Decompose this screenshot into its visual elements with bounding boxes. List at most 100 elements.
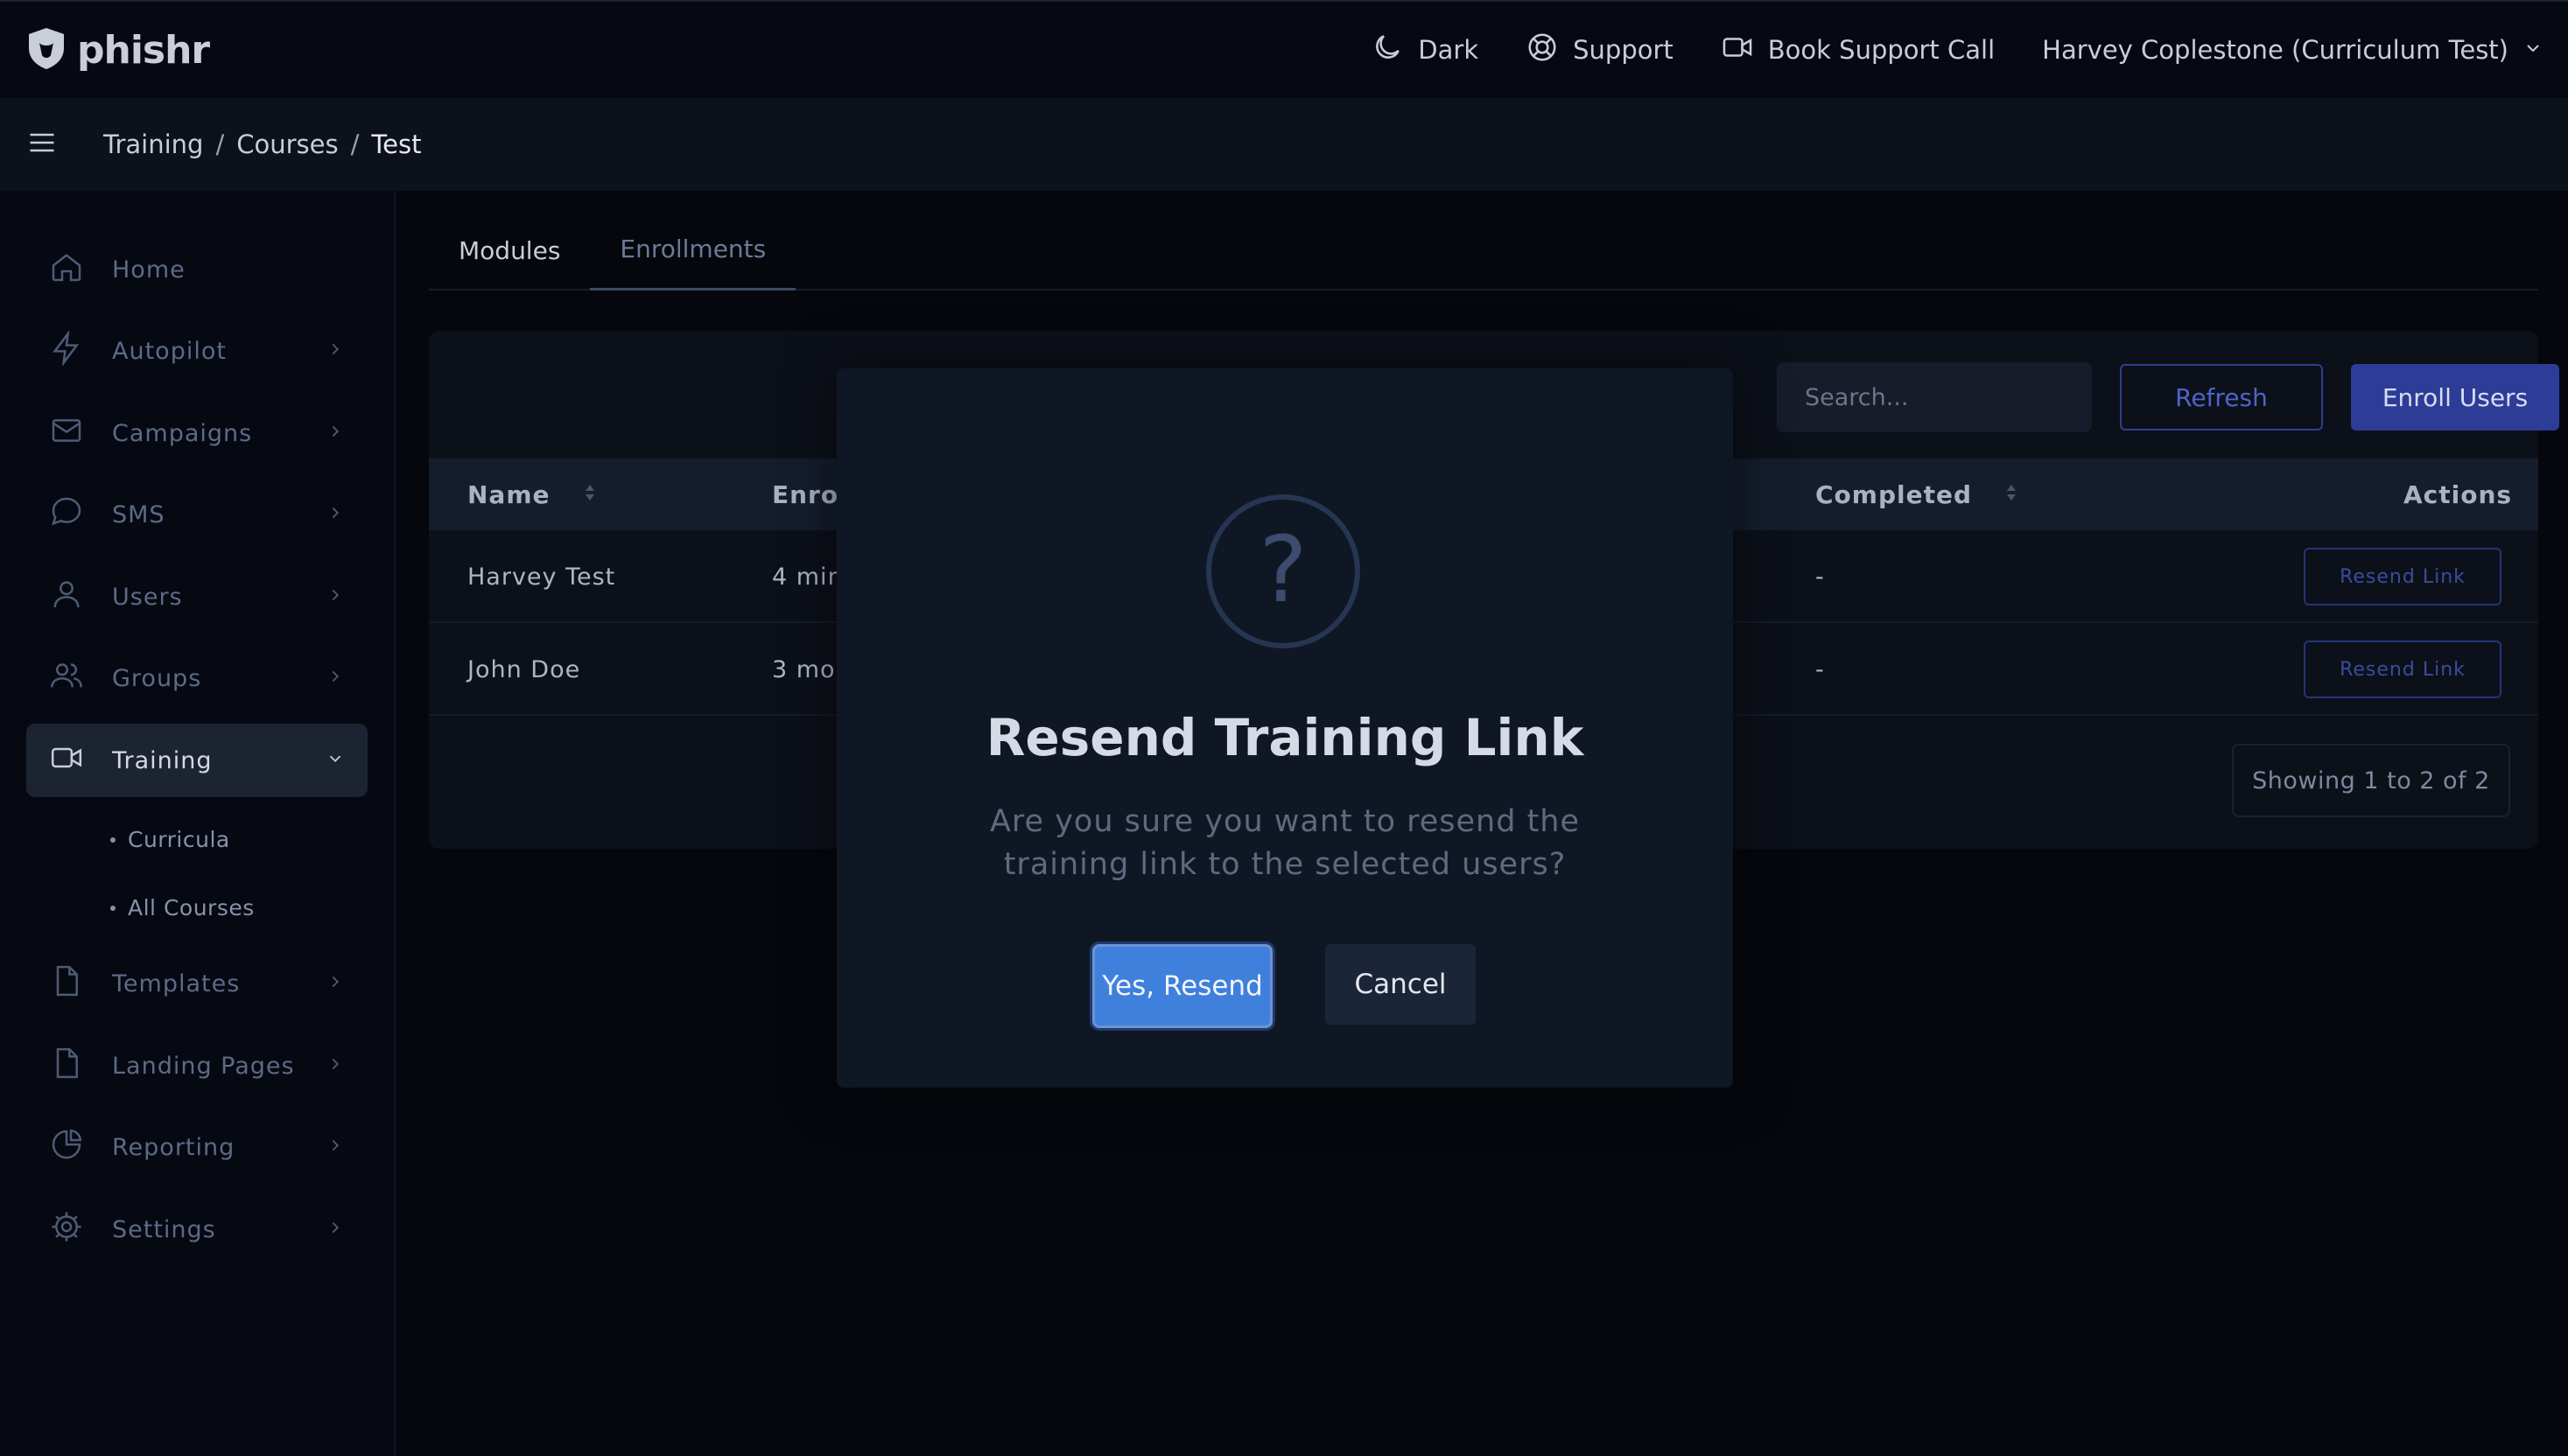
sidebar-item-groups[interactable]: Groups (26, 642, 368, 716)
menu-icon[interactable] (26, 127, 58, 162)
column-header-completed[interactable]: Completed (1815, 480, 2019, 509)
cell-name: John Doe (467, 656, 581, 683)
breadcrumb-training[interactable]: Training (103, 130, 203, 159)
sidebar-subitem-label: Curricula (128, 827, 230, 852)
users-icon (49, 658, 84, 699)
sidebar-item-label: Settings (112, 1215, 216, 1243)
book-call-label: Book Support Call (1767, 35, 1996, 65)
cell-completed: - (1815, 564, 1825, 591)
cell-completed: - (1815, 656, 1825, 683)
bullet-icon (110, 905, 116, 911)
bullet-icon (110, 836, 116, 843)
sidebar-item-settings[interactable]: Settings (26, 1193, 368, 1266)
support-label: Support (1573, 35, 1673, 65)
sidebar-item-templates[interactable]: Templates (26, 948, 368, 1021)
brand-name: phishr (77, 27, 210, 73)
svg-text:?: ? (1259, 516, 1307, 623)
support-link[interactable]: Support (1526, 31, 1673, 70)
cancel-button[interactable]: Cancel (1325, 944, 1476, 1025)
book-support-call-link[interactable]: Book Support Call (1721, 31, 1995, 70)
brand-logo[interactable]: phishr (25, 25, 210, 74)
chat-bubble-icon (49, 494, 84, 536)
sidebar-item-users[interactable]: Users (26, 560, 368, 634)
tab-bar: Modules Enrollments (429, 210, 2538, 290)
moon-icon (1371, 31, 1404, 70)
sidebar-item-campaigns[interactable]: Campaigns (26, 396, 368, 470)
chevron-right-icon (326, 1053, 345, 1080)
sidebar-item-label: Training (112, 746, 213, 774)
column-label: Completed (1815, 480, 1973, 509)
pagination-info: Showing 1 to 2 of 2 (2232, 744, 2510, 817)
column-header-name[interactable]: Name (467, 480, 598, 509)
breadcrumb-bar: Training / Courses / Test (0, 98, 2568, 191)
sidebar-item-label: SMS (112, 501, 165, 528)
chevron-right-icon (326, 420, 345, 447)
refresh-button[interactable]: Refresh (2120, 364, 2323, 430)
tab-enrollments[interactable]: Enrollments (590, 210, 796, 290)
sidebar-item-label: Autopilot (112, 338, 227, 365)
cell-name: Harvey Test (467, 564, 616, 591)
resend-confirm-dialog: ? Resend Training Link Are you sure you … (837, 368, 1733, 1088)
sidebar-subitem-curricula[interactable]: Curricula (26, 806, 368, 874)
breadcrumb-courses[interactable]: Courses (236, 130, 338, 159)
shield-logo-icon (25, 25, 68, 74)
chevron-right-icon (326, 665, 345, 692)
user-icon (49, 577, 84, 618)
sidebar-item-training[interactable]: Training (26, 724, 368, 797)
chevron-right-icon (326, 970, 345, 998)
theme-toggle[interactable]: Dark (1371, 31, 1478, 70)
top-bar: phishr Dark Support Book Support Call Ha… (0, 0, 2568, 98)
column-label: Actions (2403, 480, 2513, 509)
sidebar-item-label: Templates (112, 970, 241, 998)
sort-icon (582, 480, 598, 509)
sidebar-item-label: Groups (112, 665, 202, 692)
breadcrumb-current: Test (371, 130, 422, 159)
sidebar-item-home[interactable]: Home (26, 233, 368, 306)
dialog-message: Are you sure you want to resend the trai… (989, 804, 1581, 882)
cell-enrolled: 4 min (772, 564, 844, 591)
enroll-users-button[interactable]: Enroll Users (2351, 364, 2559, 430)
chevron-right-icon (326, 584, 345, 611)
gear-icon (49, 1209, 84, 1250)
lifebuoy-icon (1526, 31, 1559, 70)
resend-link-button[interactable]: Resend Link (2304, 640, 2501, 698)
dialog-title: Resend Training Link (986, 708, 1584, 767)
home-icon (49, 249, 84, 290)
breadcrumb-separator: / (350, 130, 360, 159)
chevron-down-icon (326, 747, 345, 774)
sidebar-item-label: Home (112, 256, 186, 284)
chevron-right-icon (326, 1134, 345, 1161)
sidebar-item-sms[interactable]: SMS (26, 479, 368, 552)
document-icon (49, 1046, 84, 1087)
tab-modules[interactable]: Modules (429, 210, 590, 290)
chevron-right-icon (326, 1216, 345, 1243)
lightning-icon (49, 329, 84, 372)
cell-enrolled: 3 mor (772, 656, 846, 683)
pie-chart-icon (49, 1127, 84, 1168)
column-label: Name (467, 480, 551, 509)
sidebar: Home Autopilot Campaigns SMS Users Group… (0, 191, 396, 1456)
search-input[interactable] (1777, 362, 2092, 432)
confirm-resend-button[interactable]: Yes, Resend (1092, 944, 1273, 1028)
user-menu[interactable]: Harvey Coplestone (Curriculum Test) (2042, 35, 2543, 65)
sidebar-subitem-all-courses[interactable]: All Courses (26, 874, 368, 942)
resend-link-button[interactable]: Resend Link (2304, 548, 2501, 606)
chevron-right-icon (326, 501, 345, 528)
breadcrumb-separator: / (215, 130, 225, 159)
sidebar-item-label: Reporting (112, 1134, 235, 1161)
chevron-right-icon (326, 338, 345, 365)
document-icon (49, 963, 84, 1004)
column-header-actions: Actions (2403, 480, 2512, 509)
video-camera-icon (49, 740, 84, 781)
sidebar-item-landing-pages[interactable]: Landing Pages (26, 1029, 368, 1102)
mail-icon (49, 413, 84, 454)
sidebar-item-reporting[interactable]: Reporting (26, 1111, 368, 1185)
sidebar-subitem-label: All Courses (128, 895, 255, 920)
sort-icon (2003, 480, 2019, 509)
theme-label: Dark (1418, 35, 1479, 65)
sidebar-item-autopilot[interactable]: Autopilot (26, 315, 368, 388)
chevron-down-icon (2522, 35, 2543, 65)
sidebar-item-label: Users (112, 583, 183, 611)
breadcrumb: Training / Courses / Test (103, 130, 421, 159)
sidebar-item-label: Campaigns (112, 419, 253, 447)
